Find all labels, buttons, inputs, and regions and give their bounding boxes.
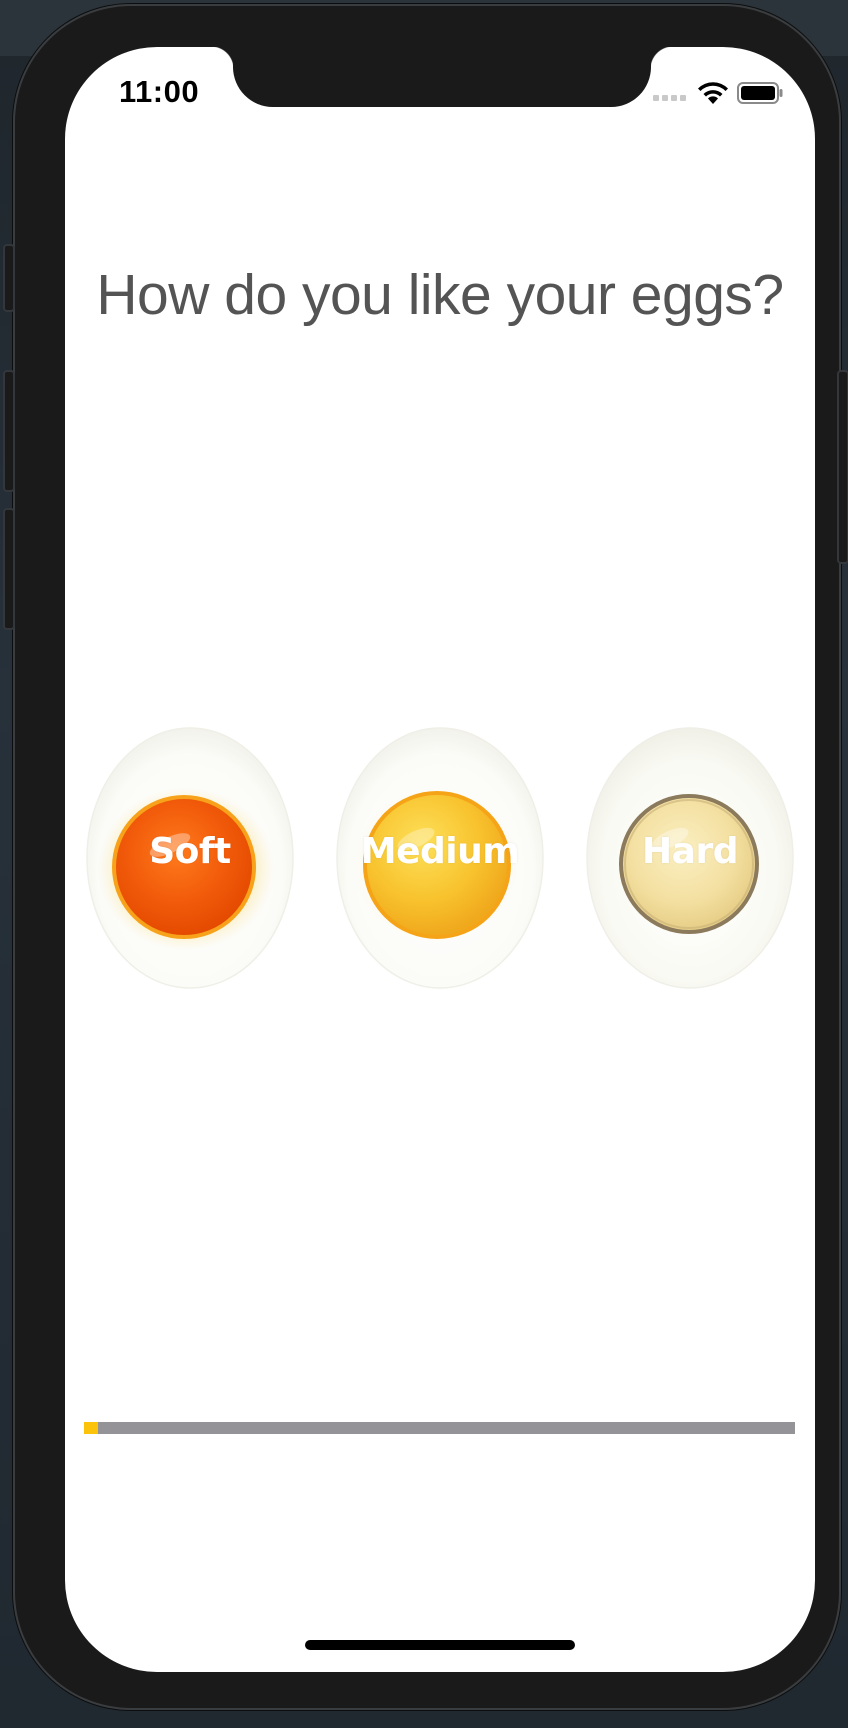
status-time: 11:00 [119, 74, 200, 109]
hard-label: Hard [642, 831, 738, 872]
hard-egg-button[interactable]: Hard [586, 727, 794, 989]
silent-switch [3, 244, 15, 312]
wifi-icon [698, 82, 728, 104]
cellular-signal-icon [653, 95, 686, 101]
battery-icon [737, 82, 783, 104]
notch [211, 47, 673, 107]
timer-progress-bar [84, 1422, 795, 1434]
phone-frame: 11:00 How do you like your eggs? Soft Me… [3, 4, 848, 1710]
app-screen: 11:00 How do you like your eggs? Soft Me… [65, 47, 815, 1672]
power-button [837, 370, 848, 564]
medium-label: Medium [360, 831, 520, 872]
medium-egg-button[interactable]: Medium [336, 727, 544, 989]
volume-down-button [3, 508, 15, 630]
soft-label: Soft [149, 831, 231, 872]
soft-egg-button[interactable]: Soft [86, 727, 294, 989]
timer-progress-fill [84, 1422, 99, 1434]
question-title: How do you like your eggs? [96, 263, 784, 327]
home-indicator[interactable] [305, 1640, 575, 1650]
egg-options: Soft Medium Hard [65, 727, 815, 997]
volume-up-button [3, 370, 15, 492]
